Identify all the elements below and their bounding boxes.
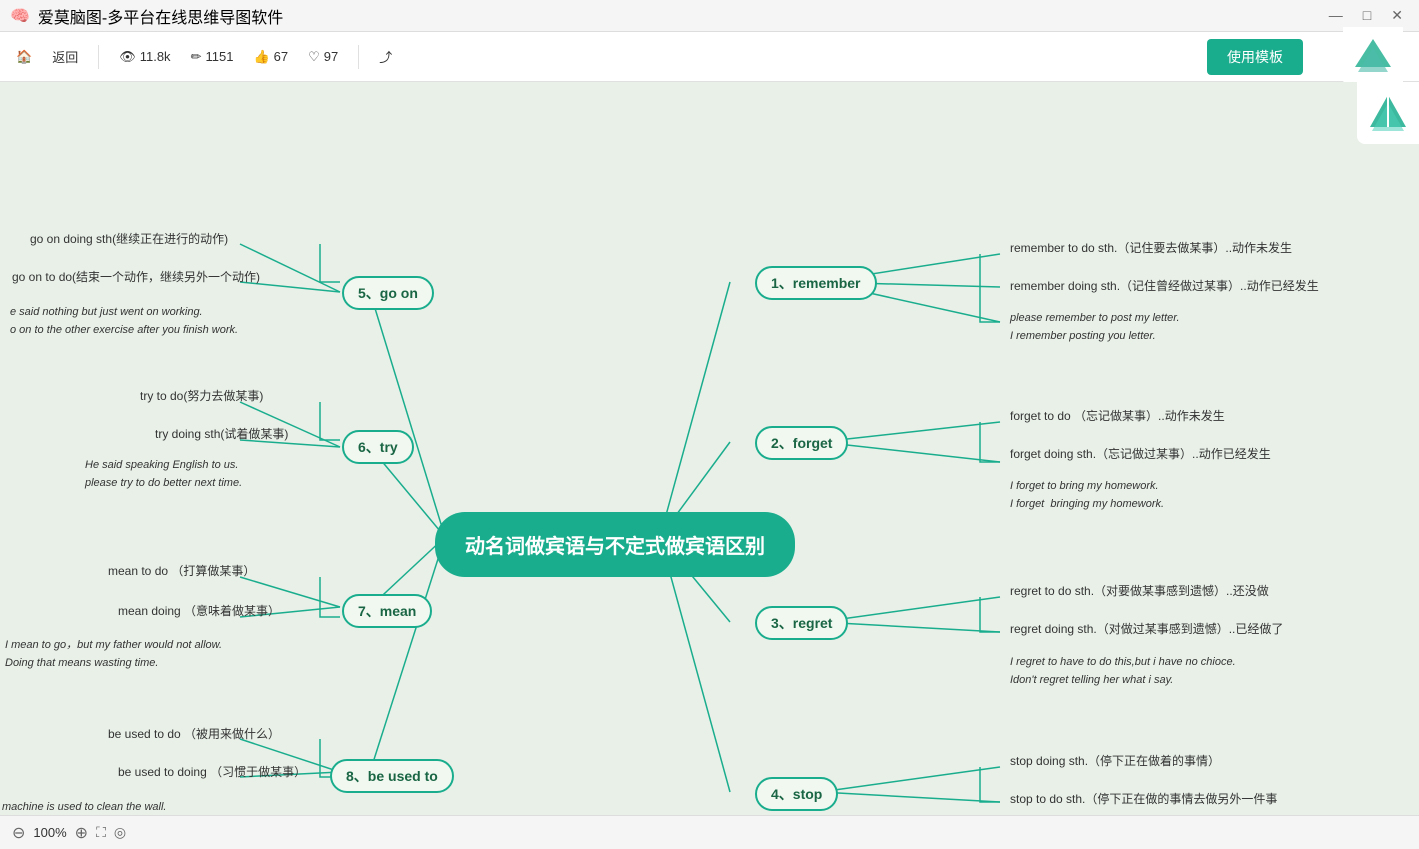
b7-child1: mean to do （打算做某事） xyxy=(108,562,255,579)
branch-r3[interactable]: 3、regret xyxy=(755,606,848,640)
close-btn[interactable]: ✕ xyxy=(1385,5,1409,26)
branch-5[interactable]: 5、go on xyxy=(342,276,434,310)
b7-child2: mean doing （意味着做某事） xyxy=(118,602,280,619)
branch-5-label: 5、go on xyxy=(358,285,418,301)
center-node[interactable]: 动名词做宾语与不定式做宾语区别 xyxy=(435,512,795,577)
b6-child2: try doing sth(试着做某事) xyxy=(155,425,288,442)
share-icon: ⤴ xyxy=(379,47,392,66)
edit-icon: ✏ xyxy=(191,49,202,65)
maximize-btn[interactable]: □ xyxy=(1357,5,1377,26)
center-label: 动名词做宾语与不定式做宾语区别 xyxy=(465,536,765,558)
minimize-btn[interactable]: — xyxy=(1323,5,1349,26)
r2-example: I forget to bring my homework. I forget … xyxy=(1010,478,1164,513)
bottombar: ⊖ 100% ⊕ ⛶ ◎ xyxy=(0,815,1419,849)
heart-icon: ♡ xyxy=(308,49,320,65)
r1-child2: remember doing sth.（记住曾经做过某事）..动作已经发生 xyxy=(1010,277,1319,294)
branch-r3-label: 3、regret xyxy=(771,615,832,631)
home-icon: 🏠 xyxy=(16,49,32,65)
branch-7[interactable]: 7、mean xyxy=(342,594,432,628)
branch-r4-label: 4、stop xyxy=(771,786,822,802)
r3-example: I regret to have to do this,but i have n… xyxy=(1010,654,1236,689)
thumbs-icon: 👍 xyxy=(253,49,269,65)
titlebar-title: 爱莫脑图-多平台在线思维导图软件 xyxy=(38,4,283,28)
zoom-level: 100% xyxy=(33,825,66,840)
branch-6-label: 6、try xyxy=(358,439,398,455)
branch-6[interactable]: 6、try xyxy=(342,430,414,464)
logo-badge xyxy=(1357,82,1419,144)
r1-child1: remember to do sth.（记住要去做某事）..动作未发生 xyxy=(1010,239,1292,256)
zoom-in-button[interactable]: ⊕ xyxy=(75,823,88,843)
branch-r2-label: 2、forget xyxy=(771,435,832,451)
titlebar-left: 🧠 爱莫脑图-多平台在线思维导图软件 xyxy=(10,4,283,28)
r4-child1: stop doing sth.（停下正在做着的事情） xyxy=(1010,752,1220,769)
app-icon: 🧠 xyxy=(10,6,30,26)
home-button[interactable]: 🏠 xyxy=(16,49,32,65)
divider1 xyxy=(98,45,99,69)
thumbs-count: 67 xyxy=(274,49,288,64)
eye-icon: 👁 xyxy=(119,49,136,65)
b7-example: I mean to go，but my father would not all… xyxy=(5,637,222,672)
zoom-out-button[interactable]: ⊖ xyxy=(12,823,25,843)
r1-example: please remember to post my letter. I rem… xyxy=(1010,310,1180,345)
b8-child1: be used to do （被用来做什么） xyxy=(108,725,280,742)
b6-example: He said speaking English to us. please t… xyxy=(85,457,242,492)
r2-child1: forget to do （忘记做某事）..动作未发生 xyxy=(1010,407,1225,424)
share-button[interactable]: ⤴ xyxy=(379,47,392,66)
edits-stat: ✏ 1151 xyxy=(191,49,234,65)
back-label: 返回 xyxy=(52,47,78,66)
divider2 xyxy=(358,45,359,69)
r3-child1: regret to do sth.（对要做某事感到遗憾）..还没做 xyxy=(1010,582,1269,599)
branch-r1-label: 1、remember xyxy=(771,275,861,291)
thumbs-stat: 👍 67 xyxy=(253,49,288,65)
branch-8-label: 8、be used to xyxy=(346,768,438,784)
branch-r4[interactable]: 4、stop xyxy=(755,777,838,811)
b5-child2: go on to do(结束一个动作，继续另外一个动作) xyxy=(12,268,260,285)
toolbar: 🏠 返回 👁 11.8k ✏ 1151 👍 67 ♡ 97 ⤴ 使用模板 xyxy=(0,32,1419,82)
branch-r2[interactable]: 2、forget xyxy=(755,426,848,460)
branch-7-label: 7、mean xyxy=(358,603,416,619)
r3-child2: regret doing sth.（对做过某事感到遗憾）..已经做了 xyxy=(1010,620,1283,637)
b6-child1: try to do(努力去做某事) xyxy=(140,387,263,404)
mind-map-canvas[interactable]: 动名词做宾语与不定式做宾语区别 5、go on go on doing sth(… xyxy=(0,82,1419,849)
views-stat: 👁 11.8k xyxy=(119,49,170,65)
titlebar: 🧠 爱莫脑图-多平台在线思维导图软件 — □ ✕ xyxy=(0,0,1419,32)
fullscreen-button[interactable]: ⛶ xyxy=(96,824,106,841)
back-button[interactable]: 返回 xyxy=(52,47,78,66)
branch-r1[interactable]: 1、remember xyxy=(755,266,877,300)
views-count: 11.8k xyxy=(140,49,171,64)
b8-child2: be used to doing （习惯于做某事） xyxy=(118,763,306,780)
preview-button[interactable]: ◎ xyxy=(114,824,126,841)
branch-8[interactable]: 8、be used to xyxy=(330,759,454,793)
r4-child2: stop to do sth.（停下正在做的事情去做另外一件事 xyxy=(1010,790,1277,807)
edits-count: 1151 xyxy=(205,49,233,64)
titlebar-controls[interactable]: — □ ✕ xyxy=(1323,5,1409,26)
r2-child2: forget doing sth.（忘记做过某事）..动作已经发生 xyxy=(1010,445,1271,462)
logo xyxy=(1343,27,1403,87)
hearts-count: 97 xyxy=(324,49,338,64)
b5-child1: go on doing sth(继续正在进行的动作) xyxy=(30,230,228,247)
b5-example: e said nothing but just went on working.… xyxy=(10,304,238,339)
hearts-stat: ♡ 97 xyxy=(308,49,338,65)
use-template-button[interactable]: 使用模板 xyxy=(1207,39,1303,75)
